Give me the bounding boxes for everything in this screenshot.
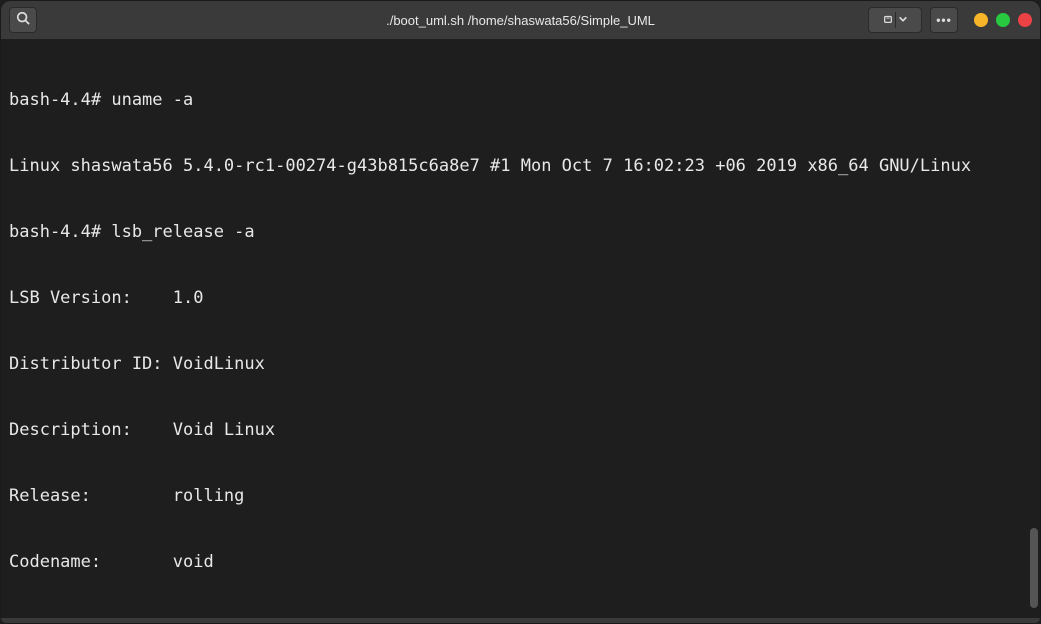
terminal-line: Description: Void Linux <box>9 419 1032 441</box>
terminal-line: LSB Version: 1.0 <box>9 287 1032 309</box>
terminal-line: bash-4.4# lsb_release -a <box>9 221 1032 243</box>
window-bottom-rail <box>1 618 1040 623</box>
terminal-line: Codename: void <box>9 551 1032 573</box>
window-controls <box>974 13 1032 27</box>
titlebar-controls: ••• <box>868 7 1032 33</box>
terminal-line: Distributor ID: VoidLinux <box>9 353 1032 375</box>
dots-icon: ••• <box>936 13 952 27</box>
window-title: ./boot_uml.sh /home/shaswata56/Simple_UM… <box>386 13 655 28</box>
terminal-line: bash-4.4# uname -a <box>9 89 1032 111</box>
terminal-prompt-line: bash-4.4# <box>9 617 1032 618</box>
menu-button[interactable]: ••• <box>930 7 958 33</box>
close-button[interactable] <box>1018 13 1032 27</box>
chevron-down-icon <box>898 11 908 29</box>
terminal-line: Release: rolling <box>9 485 1032 507</box>
search-button[interactable] <box>9 7 37 33</box>
terminal-line: Linux shaswata56 5.4.0-rc1-00274-g43b815… <box>9 155 1032 177</box>
terminal-window: ./boot_uml.sh /home/shaswata56/Simple_UM… <box>0 0 1041 624</box>
new-tab-button[interactable] <box>868 7 922 33</box>
terminal-area[interactable]: bash-4.4# uname -a Linux shaswata56 5.4.… <box>1 39 1040 618</box>
minimize-button[interactable] <box>974 13 988 27</box>
search-icon <box>16 11 30 30</box>
maximize-button[interactable] <box>996 13 1010 27</box>
new-tab-icon <box>883 11 893 29</box>
scrollbar[interactable] <box>1030 528 1038 608</box>
titlebar: ./boot_uml.sh /home/shaswata56/Simple_UM… <box>1 1 1040 39</box>
